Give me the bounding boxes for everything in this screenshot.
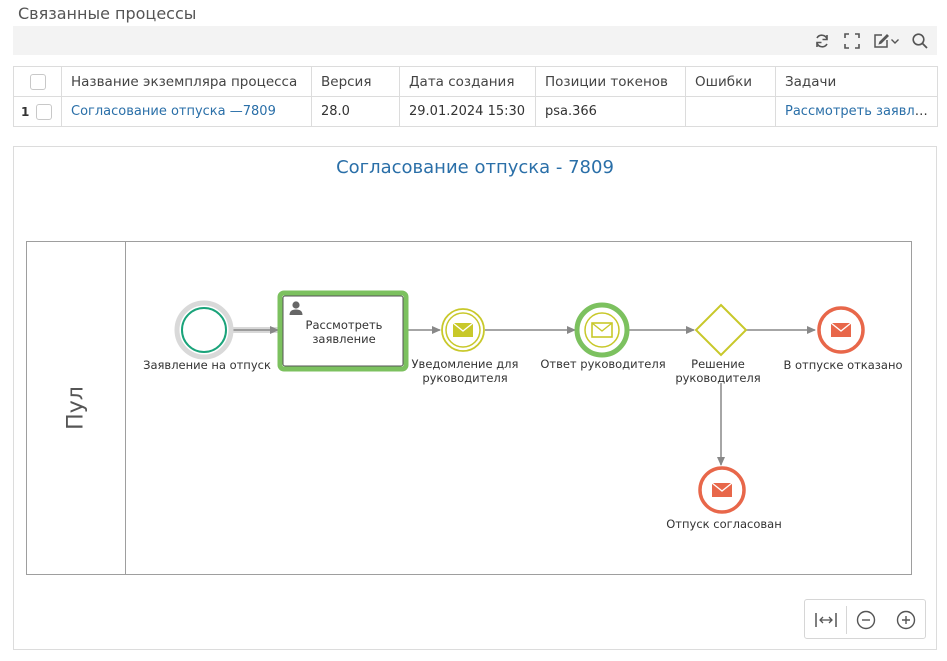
cell-created: 29.01.2024 15:30	[399, 96, 536, 127]
section-title: Связанные процессы	[18, 4, 197, 23]
envelope-outline-icon	[591, 322, 613, 338]
select-all-checkbox[interactable]	[29, 73, 46, 90]
cell-name: Согласование отпуска —7809	[61, 96, 312, 127]
fit-width-icon[interactable]	[814, 608, 838, 632]
gateway-label-line1: Решение	[691, 357, 745, 371]
process-table: Название экземпляра процесса Версия Дата…	[13, 66, 938, 127]
notify-event-label-line1: Уведомление для	[412, 357, 519, 371]
gateway-label-line2: руководителя	[675, 371, 760, 385]
user-task-label-line2: заявление	[312, 332, 375, 346]
diagram-panel: Согласование отпуска - 7809 Пул Заявлени…	[13, 146, 937, 650]
row-checkbox[interactable]	[36, 103, 53, 120]
column-header-tasks[interactable]: Задачи	[775, 66, 938, 97]
cell-errors	[685, 96, 776, 127]
cell-tokens: psa.366	[535, 96, 686, 127]
answer-event-label: Ответ руководителя	[540, 357, 665, 371]
row-select-cell: 1	[13, 96, 62, 127]
envelope-filled-icon	[711, 482, 733, 497]
search-icon[interactable]	[910, 31, 930, 51]
toolbar	[13, 26, 937, 55]
table-header-row: Название экземпляра процесса Версия Дата…	[13, 66, 938, 97]
answer-event[interactable]	[574, 302, 630, 358]
fullscreen-icon[interactable]	[842, 31, 862, 51]
row-number: 1	[21, 104, 30, 119]
start-event-label: Заявление на отпуск	[143, 358, 271, 372]
edit-icon[interactable]	[871, 31, 891, 51]
bpmn-diagram: Заявление на отпуск Рассмотреть заявлени…	[143, 290, 903, 531]
approved-end-event-label: Отпуск согласован	[666, 517, 782, 531]
column-header-name[interactable]: Название экземпляра процесса	[61, 66, 312, 97]
approved-end-event[interactable]	[698, 466, 746, 514]
zoom-out-icon[interactable]	[854, 608, 878, 632]
chevron-down-icon[interactable]	[889, 31, 901, 51]
column-header-created[interactable]: Дата создания	[399, 66, 536, 97]
refresh-icon[interactable]	[812, 31, 832, 51]
cell-tasks: Рассмотреть заявление	[775, 96, 938, 127]
notify-event[interactable]	[441, 308, 485, 352]
start-event[interactable]	[174, 300, 234, 360]
envelope-filled-icon	[452, 322, 474, 337]
envelope-filled-icon	[830, 322, 852, 337]
select-all-cell	[13, 66, 62, 97]
column-header-tokens[interactable]: Позиции токенов	[535, 66, 686, 97]
table-row[interactable]: 1 Согласование отпуска —7809 28.0 29.01.…	[13, 96, 938, 127]
rejected-end-event-label: В отпуске отказано	[783, 358, 902, 372]
decision-gateway[interactable]	[694, 303, 748, 357]
user-task-label-line1: Рассмотреть	[306, 318, 383, 332]
notify-event-label-line2: руководителя	[422, 371, 507, 385]
column-header-version[interactable]: Версия	[311, 66, 400, 97]
zoom-controls	[804, 599, 926, 639]
zoom-in-icon[interactable]	[894, 608, 918, 632]
process-instance-link[interactable]: Согласование отпуска —7809	[71, 104, 276, 119]
rejected-end-event[interactable]	[817, 306, 865, 354]
cell-version: 28.0	[311, 96, 400, 127]
column-header-errors[interactable]: Ошибки	[685, 66, 776, 97]
task-link[interactable]: Рассмотреть заявление	[785, 104, 937, 119]
